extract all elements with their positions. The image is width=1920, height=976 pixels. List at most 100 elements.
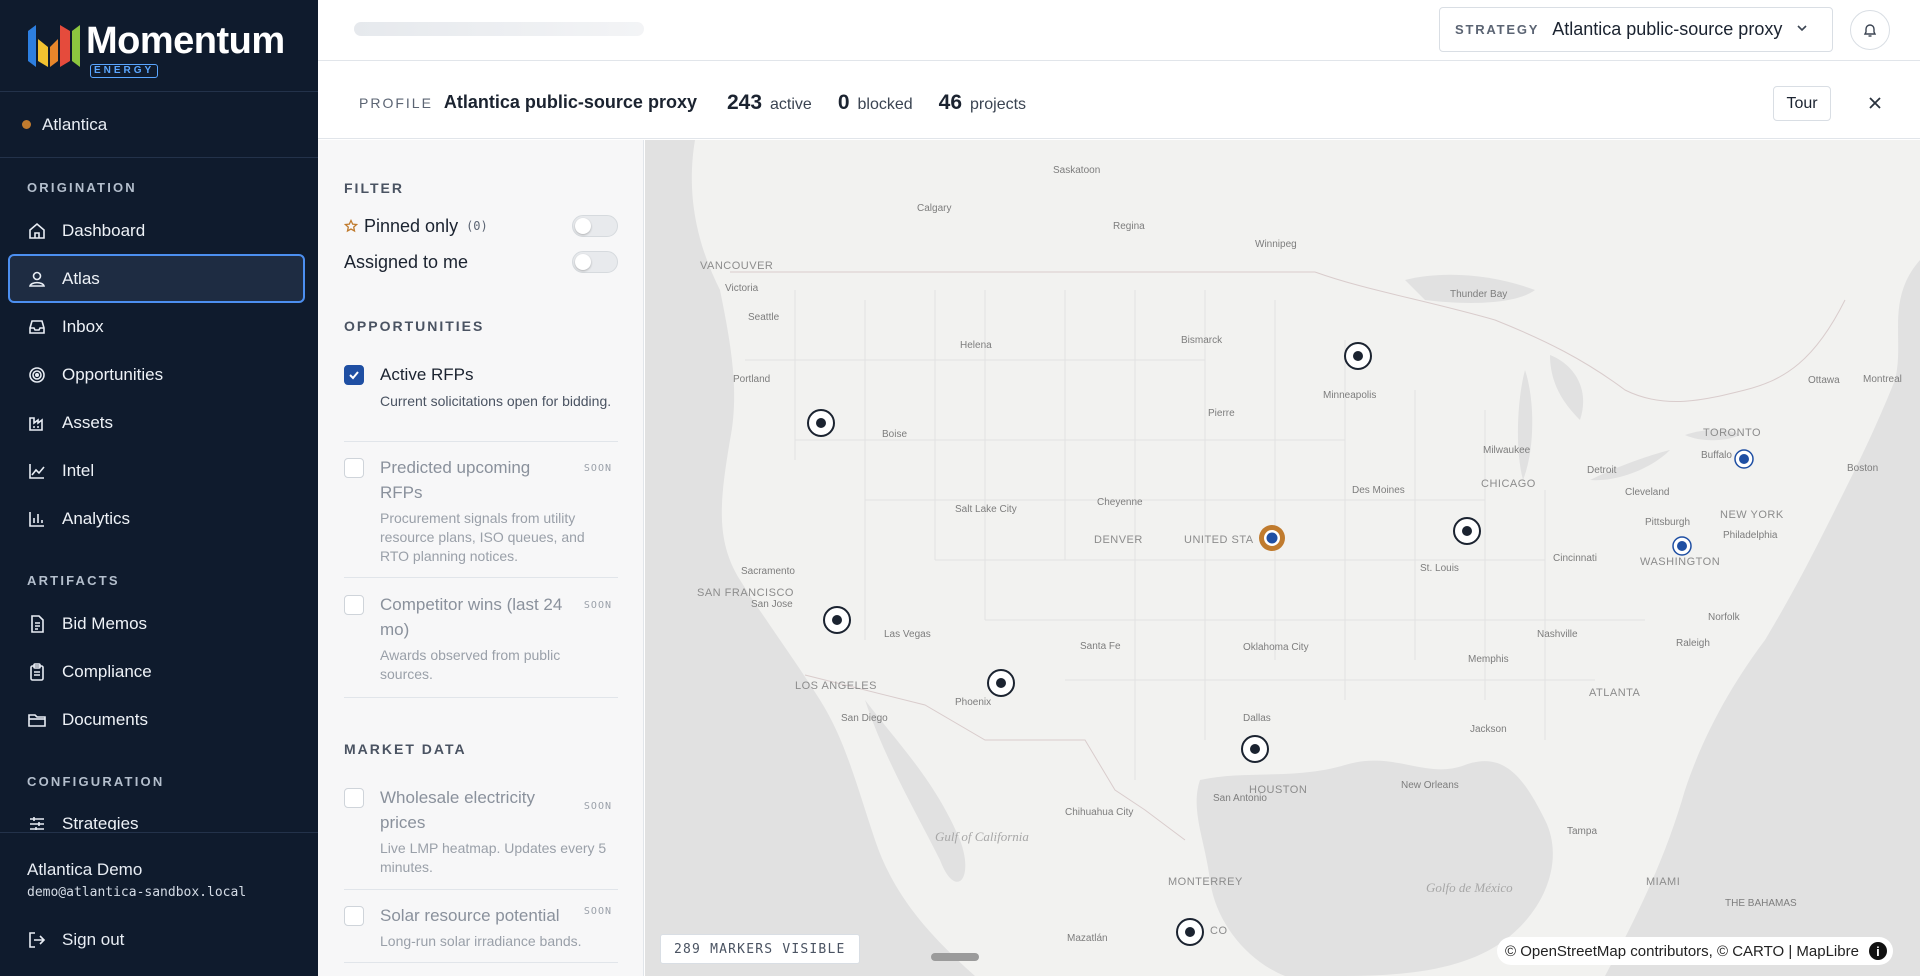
user-pin-icon <box>27 269 47 289</box>
stat-label: blocked <box>857 95 913 113</box>
wholesale-prices-checkbox[interactable] <box>344 788 364 808</box>
sliders-icon <box>27 814 47 830</box>
map-label: MIAMI <box>1646 876 1680 888</box>
folder-icon <box>27 710 47 730</box>
assigned-to-me-switch[interactable] <box>572 251 618 273</box>
map-label: Cheyenne <box>1097 497 1143 508</box>
document-icon <box>27 614 47 634</box>
map-label: SAN FRANCISCO <box>697 587 794 599</box>
drag-handle[interactable] <box>931 953 979 961</box>
pinned-only-label: Pinned only <box>364 215 459 236</box>
sidebar-item-label: Assets <box>62 412 114 432</box>
predicted-rfps-checkbox[interactable] <box>344 458 364 478</box>
layer-title: Competitor wins (last 24 mo) <box>380 595 563 639</box>
pinned-only-switch[interactable] <box>572 215 618 237</box>
map-label: LOS ANGELES <box>795 680 877 692</box>
layer-description: Long-run solar irradiance bands. <box>380 933 582 949</box>
map-label: Santa Fe <box>1080 641 1121 652</box>
tour-button[interactable]: Tour <box>1773 86 1831 121</box>
sidebar-item-label: Opportunities <box>62 364 164 384</box>
stat-label: active <box>770 95 812 113</box>
strategy-select[interactable]: STRATEGY Atlantica public-source proxy <box>1439 7 1833 52</box>
sidebar-item-atlas[interactable]: Atlas <box>8 254 305 303</box>
map-label: Raleigh <box>1676 638 1710 649</box>
map-label: ATLANTA <box>1589 687 1641 699</box>
layer-solar-potential[interactable]: Solar resource potential SOON Long-run s… <box>344 903 618 963</box>
map-label: Phoenix <box>955 697 991 708</box>
map-label: Milwaukee <box>1483 445 1531 456</box>
sidebar-item-label: Dashboard <box>62 220 146 240</box>
map-attribution: © OpenStreetMap contributors, © CARTO | … <box>1497 937 1893 965</box>
sign-out-label: Sign out <box>62 930 125 949</box>
topbar: STRATEGY Atlantica public-source proxy <box>318 0 1920 61</box>
map-label: CO <box>1210 925 1228 937</box>
competitor-wins-checkbox[interactable] <box>344 595 364 615</box>
filter-heading: FILTER <box>344 180 404 196</box>
brand-text: Momentum ENERGY <box>86 16 286 78</box>
soon-badge: SOON <box>583 600 612 611</box>
soon-badge: SOON <box>583 801 612 812</box>
soon-badge: SOON <box>583 463 612 474</box>
notifications-button[interactable] <box>1850 10 1890 50</box>
sidebar-item-documents[interactable]: Documents <box>8 695 305 744</box>
strategy-value: Atlantica public-source proxy <box>1552 19 1783 39</box>
map-label: New Orleans <box>1401 780 1459 791</box>
sidebar-item-assets[interactable]: Assets <box>8 398 305 447</box>
sidebar-item-opportunities[interactable]: Opportunities <box>8 350 305 399</box>
profile-label: PROFILE <box>359 94 433 111</box>
sign-out-button[interactable]: Sign out <box>27 930 124 950</box>
soon-badge: SOON <box>583 906 612 917</box>
sidebar-item-bid-memos[interactable]: Bid Memos <box>8 599 305 648</box>
active-rfps-checkbox[interactable] <box>344 365 364 385</box>
lake-michigan <box>1517 370 1533 480</box>
map-label: Gulf of California <box>935 829 1029 844</box>
map-label: Salt Lake City <box>955 504 1017 515</box>
clipboard-icon <box>27 662 47 682</box>
map-label: Memphis <box>1468 654 1509 665</box>
sidebar-item-intel[interactable]: Intel <box>8 446 305 495</box>
pinned-only-toggle-row[interactable]: Pinned only (0) <box>344 213 618 239</box>
sidebar-item-dashboard[interactable]: Dashboard <box>8 206 305 255</box>
org-selector[interactable]: Atlantica <box>0 92 318 158</box>
layer-active-rfps[interactable]: Active RFPs Current solicitations open f… <box>344 362 618 442</box>
map-label: CHICAGO <box>1481 478 1536 490</box>
layer-wholesale-prices[interactable]: Wholesale electricity prices SOON Live L… <box>344 785 618 890</box>
trend-icon <box>27 461 47 481</box>
sidebar-item-strategies[interactable]: Strategies <box>8 800 305 830</box>
sidebar-item-inbox[interactable]: Inbox <box>8 302 305 351</box>
info-icon[interactable]: i <box>1868 942 1887 960</box>
map-label: Mazatlán <box>1067 933 1108 944</box>
layer-description: Awards observed from public sources. <box>380 647 561 682</box>
lake-huron <box>1550 355 1584 420</box>
sidebar-item-label: Intel <box>62 460 95 480</box>
assigned-to-me-toggle-row[interactable]: Assigned to me <box>344 249 618 275</box>
bar-chart-icon <box>27 509 47 529</box>
layer-competitor-wins[interactable]: Competitor wins (last 24 mo) SOON Awards… <box>344 592 618 698</box>
layer-title: Predicted upcoming RFPs <box>380 458 531 502</box>
stat-number: 243 <box>726 90 763 114</box>
map-label: Tampa <box>1567 826 1597 837</box>
layer-predicted-rfps[interactable]: Predicted upcoming RFPs SOON Procurement… <box>344 455 618 578</box>
profile-name: Atlantica public-source proxy <box>443 92 697 112</box>
breadcrumb <box>354 22 644 36</box>
layer-description: Procurement signals from utility resourc… <box>380 510 585 564</box>
brand-name: Momentum <box>86 19 285 62</box>
map-canvas[interactable]: Saskatoon Calgary Regina Winnipeg VANCOU… <box>645 140 1920 976</box>
sidebar-item-analytics[interactable]: Analytics <box>8 494 305 543</box>
stat-projects: 46 projects <box>939 91 1026 115</box>
map-label: Cincinnati <box>1553 553 1597 564</box>
home-icon <box>27 221 47 241</box>
map-label: San Jose <box>751 599 793 610</box>
sign-out-icon <box>27 930 47 950</box>
map-label: Helena <box>960 340 992 351</box>
map-label: MONTERREY <box>1168 876 1243 888</box>
solar-potential-checkbox[interactable] <box>344 906 364 926</box>
map-label: Montreal <box>1863 374 1902 385</box>
layer-description: Live LMP heatmap. Updates every 5 minute… <box>380 840 607 875</box>
opportunities-heading: OPPORTUNITIES <box>344 318 485 334</box>
markers-visible-badge: 289 MARKERS VISIBLE <box>660 934 860 964</box>
close-button[interactable] <box>1863 91 1887 115</box>
brand[interactable]: Momentum ENERGY <box>0 0 318 92</box>
map-label: Detroit <box>1587 465 1617 476</box>
sidebar-item-compliance[interactable]: Compliance <box>8 647 305 696</box>
